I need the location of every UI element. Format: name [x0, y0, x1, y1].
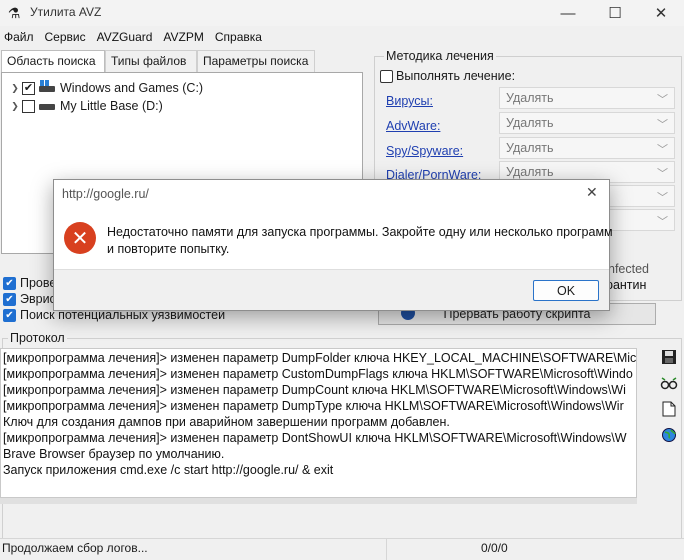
- minimize-button[interactable]: —: [545, 0, 591, 26]
- glasses-icon[interactable]: [658, 372, 680, 394]
- page-icon[interactable]: [658, 398, 680, 420]
- expand-arrow-icon[interactable]: ❯: [8, 101, 22, 112]
- select-value: Удалять: [506, 116, 554, 130]
- protocol-legend: Протокол: [8, 331, 67, 345]
- dialog-title: http://google.ru/: [62, 187, 149, 201]
- select-value: Удалять: [506, 91, 554, 105]
- menu-avzguard[interactable]: AVZGuard: [93, 27, 160, 47]
- status-divider: [386, 538, 387, 560]
- drive-icon: [39, 101, 55, 111]
- dialog-message-line2: и повторите попытку.: [107, 242, 230, 256]
- chevron-down-icon: ﹀: [657, 168, 668, 180]
- ok-button[interactable]: OK: [533, 280, 599, 301]
- globe-icon[interactable]: [658, 424, 680, 446]
- avz-icon: ⚗: [7, 5, 21, 21]
- menu-service[interactable]: Сервис: [41, 27, 93, 47]
- log-line: Brave Browser браузер по умолчанию.: [3, 447, 225, 461]
- infected-label: nfected: [608, 262, 650, 276]
- perform-treatment-label: Выполнять лечение:: [396, 69, 516, 83]
- option-label: Прове: [20, 276, 57, 290]
- log-textarea[interactable]: [микропрограмма лечения]> изменен параме…: [0, 348, 637, 498]
- chevron-down-icon: ﹀: [657, 119, 668, 131]
- close-button[interactable]: ✕: [638, 0, 684, 26]
- dialog-message-line1: Недостаточно памяти для запуска программ…: [107, 225, 613, 239]
- tree-item-label: My Little Base (D:): [60, 99, 163, 113]
- status-counts: 0/0/0: [481, 541, 508, 555]
- dialog-footer: [54, 269, 609, 310]
- tab-search-params[interactable]: Параметры поиска: [197, 50, 315, 72]
- menu-file[interactable]: Файл: [0, 27, 41, 47]
- select-value: Удалять: [506, 141, 554, 155]
- viruses-select[interactable]: Удалять ﹀: [499, 87, 675, 109]
- horizontal-scrollbar[interactable]: [0, 498, 637, 504]
- status-text: Продолжаем сбор логов...: [2, 541, 148, 555]
- tab-search-area[interactable]: Область поиска: [1, 50, 105, 72]
- log-line: [микропрограмма лечения]> изменен параме…: [3, 351, 637, 365]
- checkbox-checked[interactable]: ✔: [3, 276, 16, 290]
- option-label: Эврис: [20, 292, 56, 306]
- checkbox-checked[interactable]: ✔: [3, 292, 16, 306]
- quarantine-label: рантин: [606, 278, 647, 292]
- chevron-down-icon: ﹀: [657, 144, 668, 156]
- save-icon[interactable]: [658, 346, 680, 368]
- log-line: Ключ для создания дампов при аварийном з…: [3, 415, 450, 429]
- log-line: Запуск приложения cmd.exe /c start http:…: [3, 463, 334, 477]
- log-line: [микропрограмма лечения]> изменен параме…: [3, 383, 626, 397]
- window-title: Утилита AVZ: [30, 5, 102, 19]
- system-drive-icon: [39, 80, 55, 93]
- maximize-button[interactable]: ☐: [592, 0, 638, 26]
- perform-treatment-row[interactable]: Выполнять лечение:: [380, 69, 515, 83]
- tree-item-label: Windows and Games (C:): [60, 81, 204, 95]
- log-line: [микропрограмма лечения]> изменен параме…: [3, 367, 633, 381]
- chevron-down-icon: ﹀: [657, 192, 668, 204]
- adware-select[interactable]: Удалять ﹀: [499, 112, 675, 134]
- drive-c-checkbox[interactable]: ✔: [22, 81, 35, 95]
- option-check-row[interactable]: ✔ Прове: [3, 275, 56, 291]
- log-line: [микропрограмма лечения]> изменен параме…: [3, 431, 627, 445]
- tab-file-types[interactable]: Типы файлов: [105, 50, 197, 72]
- drive-d-checkbox[interactable]: [22, 99, 35, 113]
- tree-item-drive-c[interactable]: ❯ ✔ Windows and Games (C:): [8, 79, 203, 97]
- menu-bar: Файл Сервис AVZGuard AVZPM Справка: [0, 27, 269, 47]
- menu-help[interactable]: Справка: [211, 27, 269, 47]
- menu-avzpm[interactable]: AVZPM: [159, 27, 210, 47]
- treatment-method-legend: Методика лечения: [384, 49, 496, 63]
- dialog-close-icon[interactable]: ✕: [586, 184, 598, 201]
- adware-link[interactable]: AdvWare:: [386, 119, 440, 133]
- select-value: Удалять: [506, 165, 554, 179]
- option-heuristic-row[interactable]: ✔ Эврис: [3, 291, 56, 307]
- spyware-select[interactable]: Удалять ﹀: [499, 137, 675, 159]
- tree-item-drive-d[interactable]: ❯ My Little Base (D:): [8, 97, 163, 115]
- chevron-down-icon: ﹀: [657, 216, 668, 228]
- log-line: [микропрограмма лечения]> изменен параме…: [3, 399, 624, 413]
- expand-arrow-icon[interactable]: ❯: [8, 83, 22, 94]
- checkbox-checked[interactable]: ✔: [3, 308, 16, 322]
- chevron-down-icon: ﹀: [657, 94, 668, 106]
- error-icon: ✕: [64, 222, 96, 254]
- spyware-link[interactable]: Spy/Spyware:: [386, 144, 463, 158]
- viruses-link[interactable]: Вирусы:: [386, 94, 433, 108]
- perform-treatment-checkbox[interactable]: [380, 69, 393, 83]
